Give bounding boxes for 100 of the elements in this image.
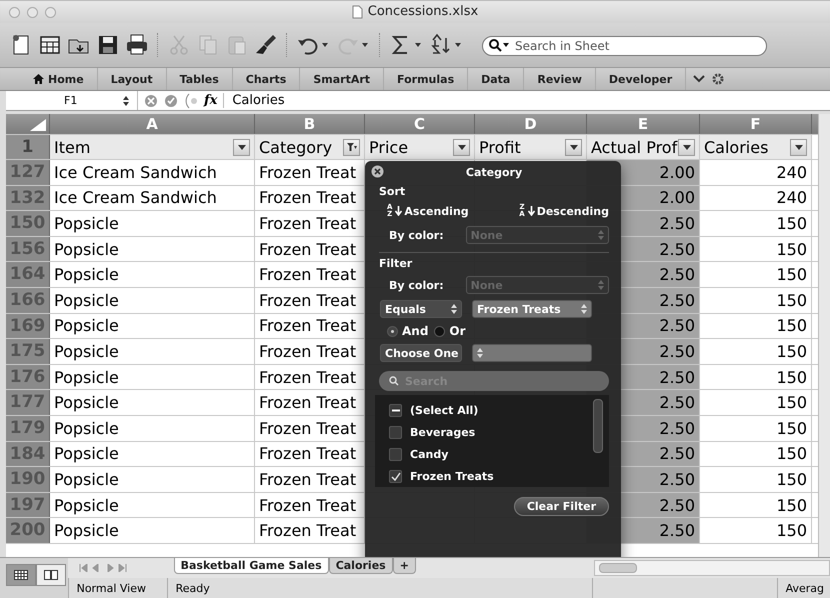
name-box[interactable]: F1	[6, 91, 138, 110]
status-text: Averag	[776, 578, 830, 598]
checkbox[interactable]	[389, 426, 402, 438]
down-arrow-icon	[395, 206, 402, 216]
table-cell: 150	[700, 492, 812, 518]
ribbon-tab[interactable]: Charts	[232, 68, 300, 90]
ribbon-tab[interactable]: Developer	[596, 68, 686, 90]
table-cell: Popsicle	[50, 492, 255, 518]
clear-filter-button[interactable]: Clear Filter	[514, 497, 609, 516]
stepper-icon	[477, 348, 483, 358]
checkbox[interactable]	[389, 404, 402, 416]
popup-title: Category	[466, 166, 522, 178]
ribbon-tab[interactable]: Tables	[166, 68, 233, 90]
ribbon-tab[interactable]: Data	[468, 68, 524, 90]
home-icon	[33, 74, 44, 84]
table-cell: Popsicle	[50, 518, 255, 543]
table-cell: Popsicle	[50, 288, 255, 313]
field-label: By color:	[389, 228, 445, 242]
table-cell: 150	[700, 518, 812, 543]
checkbox-item[interactable]: Beverages	[389, 421, 587, 443]
table-cell: Popsicle	[50, 442, 255, 466]
caret-icon	[794, 144, 802, 150]
table-cell: 150	[700, 339, 812, 364]
table-cell: Popsicle	[50, 339, 255, 364]
normal-view-button[interactable]	[6, 564, 36, 586]
section-heading: Filter	[379, 257, 414, 270]
table-cell: 240	[700, 160, 812, 185]
status-text: Ready	[166, 578, 592, 598]
value-dropdown[interactable]: Frozen Treats	[472, 300, 592, 318]
stepper-icon	[598, 230, 604, 240]
filter-icon	[346, 143, 356, 151]
table-cell: 150	[700, 390, 812, 415]
table-cell: Category	[259, 138, 332, 156]
search-field[interactable]: Search in Sheet	[482, 36, 767, 56]
chevron-icon[interactable]	[692, 74, 706, 84]
table-cell: Price	[369, 138, 408, 156]
horizontal-scrollbar[interactable]	[594, 560, 830, 576]
table-cell: Popsicle	[50, 262, 255, 287]
table-cell: Popsicle	[50, 467, 255, 492]
close-icon[interactable]	[371, 165, 384, 178]
settings-icon[interactable]	[712, 73, 724, 85]
ribbon-tab[interactable]: Home	[20, 68, 98, 90]
cancel-icon[interactable]	[144, 94, 158, 108]
caret-icon	[458, 144, 466, 150]
table-cell: 150	[700, 364, 812, 390]
caret-icon[interactable]	[415, 43, 421, 47]
filter-button[interactable]	[565, 138, 582, 156]
caret-icon[interactable]	[455, 43, 461, 47]
sheet-tab[interactable]: +	[392, 558, 416, 574]
caret-icon[interactable]	[362, 43, 368, 47]
table-cell: 150	[700, 416, 812, 441]
table-cell: Popsicle	[50, 236, 255, 262]
table-cell: Ice Cream Sandwich	[50, 186, 255, 210]
table-cell: Popsicle	[50, 211, 255, 236]
filter-button[interactable]	[233, 138, 250, 156]
function-label[interactable]: fx	[204, 93, 218, 108]
confirm-icon[interactable]	[164, 94, 178, 108]
checkbox[interactable]	[389, 448, 402, 460]
stepper-icon	[451, 304, 457, 314]
filter-button[interactable]	[343, 138, 360, 156]
ribbon-tab[interactable]: SmartArt	[300, 68, 384, 90]
table-cell: Popsicle	[50, 416, 255, 441]
checkbox-item[interactable]: (Select All)	[389, 399, 587, 421]
operator-dropdown[interactable]: Equals	[380, 300, 462, 318]
status-text: Normal View	[68, 578, 167, 598]
table-cell: Profit	[479, 138, 521, 156]
ribbon-tab[interactable]: Layout	[98, 68, 167, 90]
page-layout-button[interactable]	[36, 564, 66, 586]
list-scrollbar[interactable]	[593, 399, 603, 453]
ribbon-tab[interactable]: Formulas	[384, 68, 468, 90]
ribbon-tab[interactable]: Review	[524, 68, 596, 90]
table-cell: Popsicle	[50, 390, 255, 415]
filter-button[interactable]	[453, 138, 470, 156]
table-cell: Actual Prof	[591, 138, 678, 156]
table-cell: 150	[700, 262, 812, 287]
radio-option[interactable]: Or	[434, 324, 466, 338]
select-all-icon[interactable]	[30, 119, 46, 131]
sheet-tab[interactable]: Basketball Game Sales	[174, 558, 329, 574]
sheet-tab[interactable]: Calories	[328, 558, 393, 574]
search-icon	[389, 376, 399, 386]
table-cell: 150	[700, 236, 812, 262]
caret-icon[interactable]	[322, 43, 328, 47]
checkbox[interactable]	[389, 470, 402, 482]
operator-dropdown[interactable]: Choose One	[380, 344, 462, 362]
stepper-icon[interactable]	[123, 96, 129, 106]
table-cell: 150	[700, 314, 812, 338]
formula-value[interactable]: Calories	[223, 93, 830, 108]
field-label: By color:	[389, 278, 445, 292]
checkbox-item[interactable]: Candy	[389, 443, 587, 465]
filter-button[interactable]	[790, 138, 807, 156]
checkbox-item[interactable]: Frozen Treats	[389, 465, 587, 487]
filter-button[interactable]	[678, 138, 695, 156]
window-title: Concessions.xlsx	[368, 4, 478, 19]
table-cell: 240	[700, 186, 812, 210]
table-cell: Calories	[704, 138, 768, 156]
radio-option[interactable]: And	[387, 324, 428, 338]
caret-icon	[682, 144, 690, 150]
table-cell: 150	[700, 211, 812, 236]
function-toggle-icon[interactable]	[184, 92, 198, 108]
table-cell: 150	[700, 467, 812, 492]
